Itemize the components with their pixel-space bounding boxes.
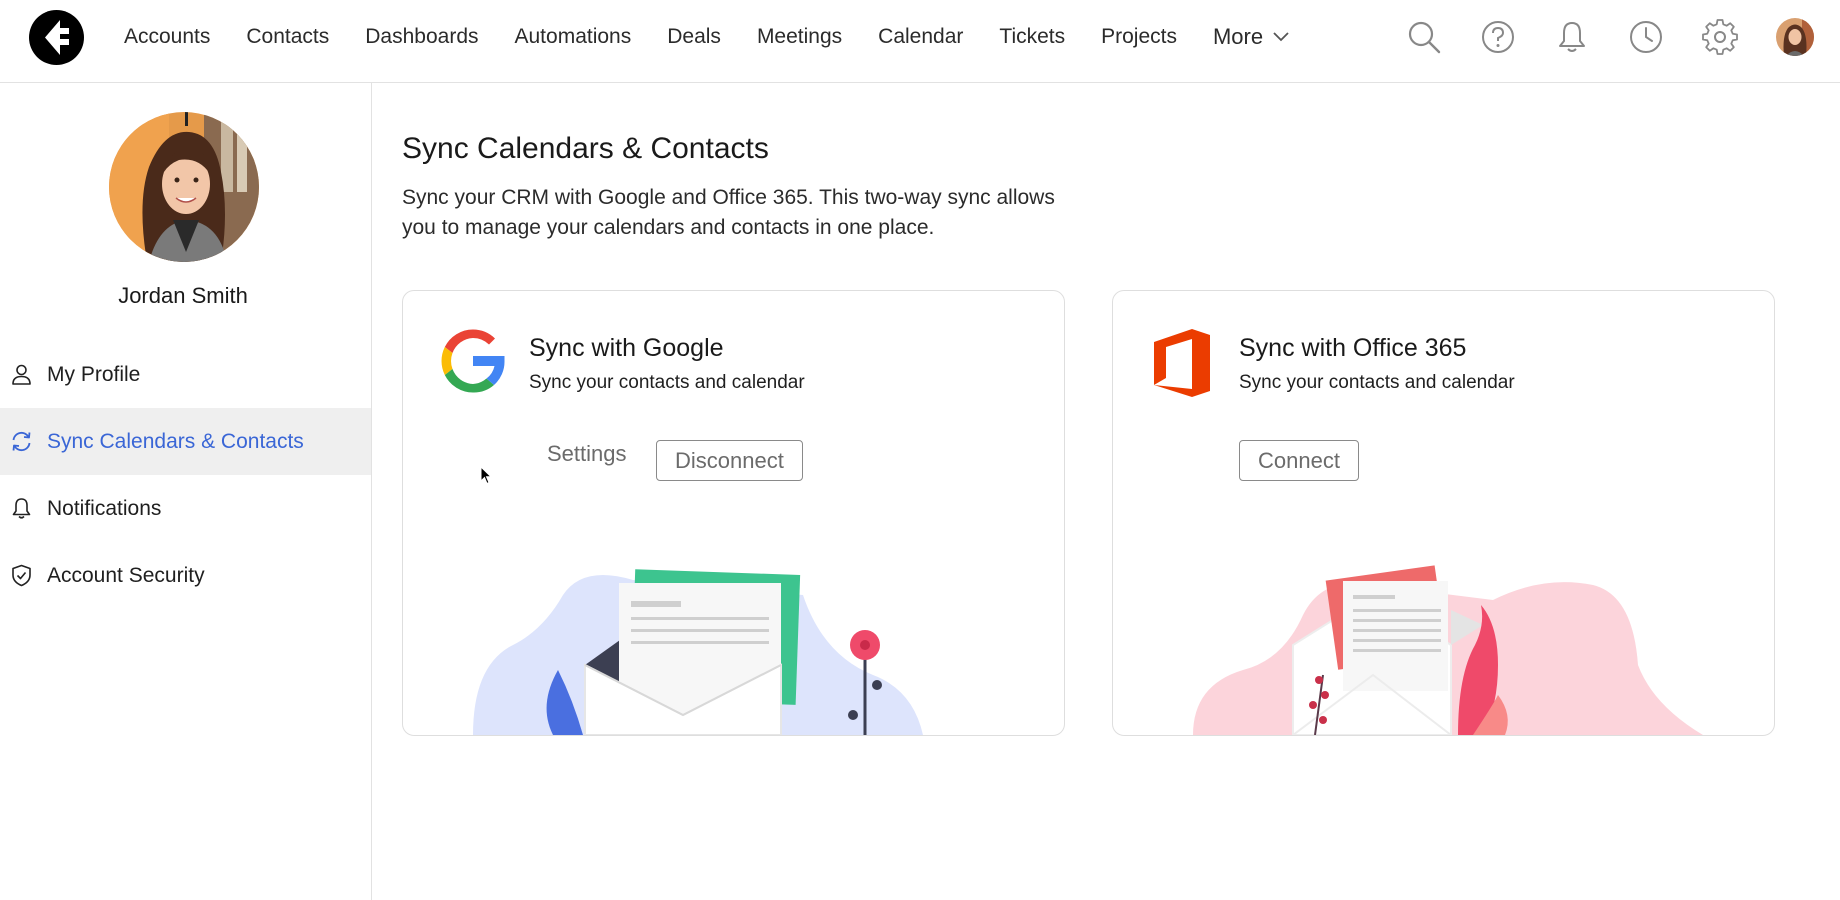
mouse-cursor-icon <box>480 466 493 485</box>
office365-logo-icon <box>1154 329 1210 397</box>
nav-item-meetings[interactable]: Meetings <box>757 25 842 49</box>
gear-icon[interactable] <box>1702 19 1738 55</box>
nav-item-contacts[interactable]: Contacts <box>246 25 329 49</box>
top-navigation-bar: Accounts Contacts Dashboards Automations… <box>0 0 1840 83</box>
page-title: Sync Calendars & Contacts <box>402 132 769 165</box>
sync-icon <box>12 431 31 452</box>
page-description: Sync your CRM with Google and Office 365… <box>402 183 1082 243</box>
envelope-illustration <box>1193 565 1703 735</box>
bell-icon[interactable] <box>1554 19 1590 55</box>
bell-icon <box>12 498 31 519</box>
google-card-subtitle: Sync your contacts and calendar <box>529 372 805 393</box>
sidebar-item-notifications[interactable]: Notifications <box>0 475 371 542</box>
chevron-down-icon <box>1273 32 1289 42</box>
office365-sync-card: Sync with Office 365 Sync your contacts … <box>1112 290 1775 736</box>
nav-item-projects[interactable]: Projects <box>1101 25 1177 49</box>
sidebar-item-label: Account Security <box>47 563 205 587</box>
nav-item-deals[interactable]: Deals <box>667 25 721 49</box>
sidebar-item-label: Notifications <box>47 496 162 520</box>
main-nav: Accounts Contacts Dashboards Automations… <box>124 0 1289 74</box>
page-description-line: Sync your CRM with Google and Office 365… <box>402 186 1055 209</box>
nav-item-dashboards[interactable]: Dashboards <box>365 25 478 49</box>
profile-photo <box>109 112 259 262</box>
shield-icon <box>12 564 31 587</box>
profile-name: Jordan Smith <box>118 283 248 308</box>
envelope-illustration <box>473 569 923 735</box>
sidebar-item-my-profile[interactable]: My Profile <box>0 341 371 408</box>
office365-card-subtitle: Sync your contacts and calendar <box>1239 372 1515 393</box>
help-icon[interactable] <box>1480 19 1516 55</box>
nav-item-automations[interactable]: Automations <box>515 25 632 49</box>
google-settings-button[interactable]: Settings <box>547 441 627 467</box>
office365-card-title: Sync with Office 365 <box>1239 334 1467 362</box>
search-icon[interactable] <box>1406 19 1442 55</box>
google-logo-icon <box>441 329 505 393</box>
google-card-title: Sync with Google <box>529 334 724 362</box>
nav-more-menu[interactable]: More <box>1213 24 1289 50</box>
nav-item-calendar[interactable]: Calendar <box>878 25 963 49</box>
page-description-line: you to manage your calendars and contact… <box>402 216 935 239</box>
nav-item-accounts[interactable]: Accounts <box>124 25 210 49</box>
clock-icon[interactable] <box>1628 19 1664 55</box>
sidebar-item-label: My Profile <box>47 362 141 386</box>
office365-connect-button[interactable]: Connect <box>1239 440 1359 481</box>
settings-sidebar: Jordan Smith My Profile Sync Calendars &… <box>0 83 372 900</box>
user-icon <box>12 364 31 385</box>
sidebar-item-account-security[interactable]: Account Security <box>0 542 371 609</box>
sidebar-item-sync-calendars-contacts[interactable]: Sync Calendars & Contacts <box>0 408 371 475</box>
user-avatar[interactable] <box>1776 18 1814 56</box>
nav-item-tickets[interactable]: Tickets <box>999 25 1065 49</box>
sidebar-item-label: Sync Calendars & Contacts <box>47 429 304 453</box>
google-disconnect-button[interactable]: Disconnect <box>656 440 803 481</box>
google-sync-card: Sync with Google Sync your contacts and … <box>402 290 1065 736</box>
app-logo[interactable] <box>29 10 84 65</box>
nav-more-label: More <box>1212 24 1264 49</box>
